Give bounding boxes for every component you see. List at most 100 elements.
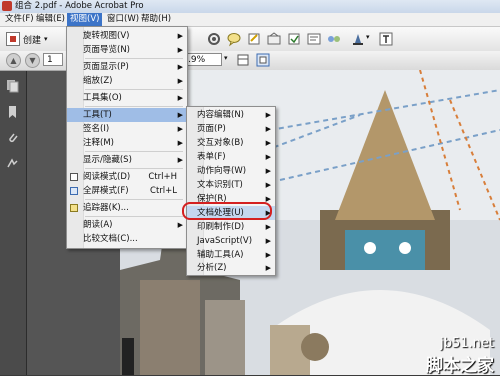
attach-icon[interactable] [266, 31, 282, 47]
page-thumbnails-icon[interactable] [6, 79, 19, 93]
menu-separator [85, 89, 183, 90]
menu-help[interactable]: 帮助(H) [138, 13, 174, 26]
text-tool-icon[interactable] [378, 31, 394, 47]
chevron-right-icon: ▶ [177, 125, 183, 133]
submenu-item-print-production[interactable]: 印刷制作(D) ▶ [187, 220, 275, 234]
chevron-right-icon: ▶ [265, 153, 271, 161]
submenu-item-javascript[interactable]: JavaScript(V) ▶ [187, 234, 275, 248]
menu-item-label: 印刷制作(D) [197, 222, 245, 232]
chevron-right-icon: ▶ [265, 111, 271, 119]
submenu-item-pages[interactable]: 页面(P) ▶ [187, 122, 275, 136]
view-menu: 旋转视图(V) ▶ 页面导览(N) ▶ 页面显示(P) ▶ 缩放(Z) ▶ 工具集(O)… [66, 26, 188, 249]
sign-icon[interactable] [350, 31, 366, 47]
tracker-icon [70, 204, 78, 212]
menu-item-compare-documents[interactable]: 比较文档(C)... [67, 232, 187, 246]
menu-item-label: 动作向导(W) [197, 166, 247, 176]
annotation-highlight-ring [182, 202, 272, 220]
menu-item-tools[interactable]: 工具(T) ▶ [67, 108, 187, 122]
window-title: 组合 2.pdf - Adobe Acrobat Pro [15, 1, 144, 11]
chevron-right-icon: ▶ [265, 139, 271, 147]
menu-item-rotate-view[interactable]: 旋转视图(V) ▶ [67, 29, 187, 43]
menu-item-label: 全屏模式(F) [83, 186, 129, 196]
menu-item-label: 页面显示(P) [83, 62, 129, 72]
menu-bar: 文件(F) 编辑(E) 视图(V) 窗口(W) 帮助(H) [0, 13, 500, 27]
previous-page-icon[interactable]: ▲ [6, 53, 21, 68]
submenu-item-interactive-objects[interactable]: 交互对象(B) ▶ [187, 136, 275, 150]
chevron-right-icon: ▶ [177, 32, 183, 40]
chevron-right-icon: ▶ [265, 223, 271, 231]
menu-item-label: 辅助工具(A) [197, 250, 244, 260]
menu-item-label: 注释(M) [83, 138, 114, 148]
menu-item-label: 页面导览(N) [83, 45, 130, 55]
read-mode-icon [70, 173, 78, 181]
zoom-input[interactable]: .9% [184, 53, 222, 66]
menu-item-label: 显示/隐藏(S) [83, 155, 132, 165]
menu-item-label: 工具集(O) [83, 93, 122, 103]
menu-item-read-out-loud[interactable]: 朗读(A) ▶ [67, 218, 187, 232]
menu-edit[interactable]: 编辑(E) [33, 13, 68, 26]
chevron-right-icon: ▶ [265, 167, 271, 175]
attachments-icon[interactable] [6, 131, 19, 145]
fit-page-icon[interactable] [256, 53, 270, 67]
chevron-right-icon: ▶ [177, 77, 183, 85]
chevron-right-icon: ▶ [177, 111, 183, 119]
chevron-right-icon: ▶ [177, 63, 183, 71]
watermark-site-name: 脚本之家 [426, 356, 494, 376]
share-icon[interactable] [326, 31, 342, 47]
create-button[interactable]: 创建 ▾ [6, 31, 48, 47]
chevron-right-icon: ▶ [177, 46, 183, 54]
submenu-item-analyze[interactable]: 分析(Z) ▶ [187, 262, 275, 274]
menu-separator [85, 151, 183, 152]
menu-item-label: 工具(T) [83, 110, 112, 120]
menu-window[interactable]: 窗口(W) [104, 13, 142, 26]
chevron-down-icon: ▾ [44, 35, 48, 43]
menu-item-page-display[interactable]: 页面显示(P) ▶ [67, 60, 187, 74]
menu-file[interactable]: 文件(F) [2, 13, 37, 26]
menu-item-zoom[interactable]: 缩放(Z) ▶ [67, 74, 187, 88]
menu-item-full-screen[interactable]: 全屏模式(F) Ctrl+L [67, 184, 187, 198]
menu-item-sign[interactable]: 签名(I) ▶ [67, 122, 187, 136]
menu-view[interactable]: 视图(V) [67, 13, 103, 26]
full-screen-icon [70, 187, 78, 195]
markup-icon[interactable] [286, 31, 302, 47]
menu-item-page-navigation[interactable]: 页面导览(N) ▶ [67, 43, 187, 57]
signatures-icon[interactable] [6, 157, 19, 171]
bookmarks-icon[interactable] [6, 105, 19, 119]
menu-item-shortcut: Ctrl+L [150, 186, 177, 196]
menu-item-label: 页面(P) [197, 124, 226, 134]
chevron-down-icon[interactable]: ▾ [366, 33, 370, 41]
menu-separator [85, 216, 183, 217]
menu-item-label: 追踪器(K)... [83, 203, 129, 213]
menu-item-label: 朗读(A) [83, 220, 113, 230]
submenu-item-accessibility[interactable]: 辅助工具(A) ▶ [187, 248, 275, 262]
menu-item-comment[interactable]: 注释(M) ▶ [67, 136, 187, 150]
menu-item-label: 分析(Z) [197, 263, 227, 273]
submenu-item-forms[interactable]: 表单(F) ▶ [187, 150, 275, 164]
submenu-item-text-recognition[interactable]: 文本识别(T) ▶ [187, 178, 275, 192]
gear-icon[interactable] [206, 31, 222, 47]
menu-item-label: 旋转视图(V) [83, 31, 130, 41]
create-pdf-icon [6, 32, 20, 46]
next-page-icon[interactable]: ▼ [25, 53, 40, 68]
chevron-right-icon: ▶ [177, 139, 183, 147]
menu-separator [85, 168, 183, 169]
chevron-right-icon: ▶ [265, 237, 271, 245]
comment-icon[interactable] [226, 31, 242, 47]
menu-item-label: JavaScript(V) [197, 236, 253, 246]
highlight-icon[interactable] [246, 31, 262, 47]
fit-width-icon[interactable] [236, 53, 250, 67]
acrobat-app-icon [2, 1, 12, 11]
menu-item-show-hide[interactable]: 显示/隐藏(S) ▶ [67, 153, 187, 167]
menu-item-tool-sets[interactable]: 工具集(O) ▶ [67, 91, 187, 105]
chevron-right-icon: ▶ [265, 264, 271, 272]
menu-item-read-mode[interactable]: 阅读模式(D) Ctrl+H [67, 170, 187, 184]
submenu-item-action-wizard[interactable]: 动作向导(W) ▶ [187, 164, 275, 178]
submenu-item-content-editing[interactable]: 内容编辑(N) ▶ [187, 108, 275, 122]
page-number-input[interactable]: 1 [43, 53, 63, 66]
navigation-panel [0, 71, 27, 375]
chevron-right-icon: ▶ [177, 221, 183, 229]
form-icon[interactable] [306, 31, 322, 47]
menu-item-tracker[interactable]: 追踪器(K)... [67, 201, 187, 215]
menu-separator [85, 58, 183, 59]
chevron-down-icon[interactable]: ▾ [224, 54, 228, 62]
